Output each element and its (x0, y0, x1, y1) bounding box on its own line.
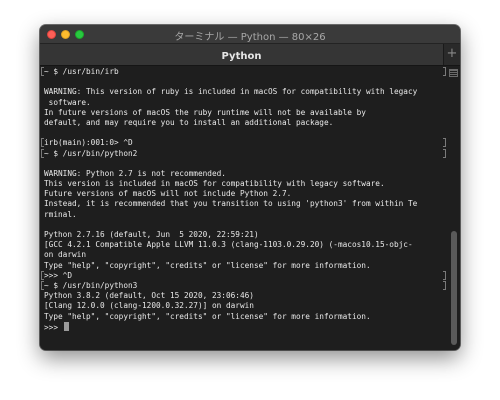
tab-python[interactable]: Python (40, 44, 444, 65)
new-tab-button[interactable]: + (444, 44, 460, 65)
terminal-line-text: rminal. (44, 209, 77, 219)
terminal-line: rminal. (44, 210, 442, 220)
mark-close-icon (443, 138, 446, 148)
terminal-line-text: ~ $ /usr/bin/python2 (44, 148, 138, 158)
terminal-line-text: Python 2.7.16 (default, Jun 5 2020, 22:5… (44, 230, 259, 239)
mark-open-icon (41, 67, 44, 76)
terminal-line-text: Python 3.8.2 (default, Oct 15 2020, 23:0… (44, 291, 254, 301)
terminal-line-text: ~ $ /usr/bin/irb (44, 67, 119, 76)
terminal-line-text: >>> ^D (44, 270, 72, 280)
mark-close-icon (443, 280, 446, 290)
terminal-line-text: Type "help", "copyright", "credits" or "… (44, 311, 371, 321)
terminal-line: [Clang 12.0.0 (clang-1200.0.32.27)] on d… (44, 301, 442, 311)
terminal-line: Python 3.8.2 (default, Oct 15 2020, 23:0… (44, 291, 442, 301)
terminal-line: WARNING: This version of ruby is include… (44, 87, 442, 97)
scroll-marker-icon[interactable] (449, 69, 458, 77)
terminal-line-text: [Clang 12.0.0 (clang-1200.0.32.27)] on d… (44, 301, 254, 311)
terminal-line-text: Instead, it is recommended that you tran… (44, 199, 418, 209)
terminal-line: Future versions of macOS will not includ… (44, 189, 442, 199)
mark-open-icon (41, 138, 44, 148)
terminal-line: Type "help", "copyright", "credits" or "… (44, 312, 442, 322)
terminal-line-text: WARNING: Python 2.7 is not recommended. (44, 168, 226, 178)
tab-label: Python (221, 51, 262, 62)
terminal-line: Python 2.7.16 (default, Jun 5 2020, 22:5… (44, 230, 442, 240)
terminal-line-text: software. (44, 97, 91, 107)
terminal-line-text: Future versions of macOS will not includ… (44, 189, 292, 199)
terminal-line-text: on darwin (44, 250, 86, 260)
terminal-window: ターミナル — Python — 80×26 Python + ~ $ /usr… (40, 25, 460, 350)
plus-icon: + (446, 46, 458, 61)
terminal-line-text: >>> (44, 322, 63, 332)
terminal-text: ~ $ /usr/bin/irb WARNING: This version of… (41, 67, 446, 332)
terminal-line: Instead, it is recommended that you tran… (44, 199, 442, 209)
terminal-line: WARNING: Python 2.7 is not recommended. (44, 169, 442, 179)
terminal-line-text: This version is included in macOS for co… (44, 179, 385, 189)
terminal-line: [GCC 4.2.1 Compatible Apple LLVM 11.0.3 … (44, 240, 442, 250)
terminal-line: ~ $ /usr/bin/python2 (41, 148, 446, 159)
mark-open-icon (41, 280, 44, 290)
terminal-line: on darwin (44, 250, 442, 260)
terminal-line: software. (44, 98, 442, 108)
terminal-line: >>> ^D (41, 270, 446, 281)
terminal-line: This version is included in macOS for co… (44, 179, 442, 189)
terminal-line: In future versions of macOS the ruby run… (44, 108, 442, 118)
scroll-thumb[interactable] (451, 231, 457, 345)
terminal-line-text: In future versions of macOS the ruby run… (44, 107, 366, 117)
title-bar[interactable]: ターミナル — Python — 80×26 (40, 25, 460, 44)
window-title: ターミナル — Python — 80×26 (174, 32, 326, 43)
terminal-line-text: default, and may require you to install … (44, 117, 334, 127)
mark-close-icon (443, 67, 446, 76)
terminal-line: ~ $ /usr/bin/irb (41, 67, 446, 77)
mark-close-icon (443, 148, 446, 158)
terminal-line-text: Type "help", "copyright", "credits" or "… (44, 260, 371, 270)
mark-open-icon (41, 148, 44, 158)
terminal-line-text: ~ $ /usr/bin/python3 (44, 280, 138, 290)
terminal-line: >>> (44, 321, 442, 332)
scrollbar[interactable] (448, 66, 460, 350)
text-cursor (63, 321, 69, 331)
terminal-output[interactable]: ~ $ /usr/bin/irb WARNING: This version of… (40, 66, 460, 350)
terminal-line-text: [GCC 4.2.1 Compatible Apple LLVM 11.0.3 … (44, 240, 413, 250)
terminal-line-text: irb(main):001:0> ^D (44, 138, 133, 148)
terminal-line: irb(main):001:0> ^D (41, 138, 446, 148)
mark-close-icon (443, 270, 446, 280)
mark-open-icon (41, 270, 44, 280)
tab-bar: Python + (40, 44, 460, 66)
terminal-line: ~ $ /usr/bin/python3 (41, 280, 446, 291)
terminal-line: Type "help", "copyright", "credits" or "… (44, 261, 442, 271)
terminal-line: default, and may require you to install … (44, 118, 442, 128)
terminal-line-text: WARNING: This version of ruby is include… (44, 87, 418, 97)
